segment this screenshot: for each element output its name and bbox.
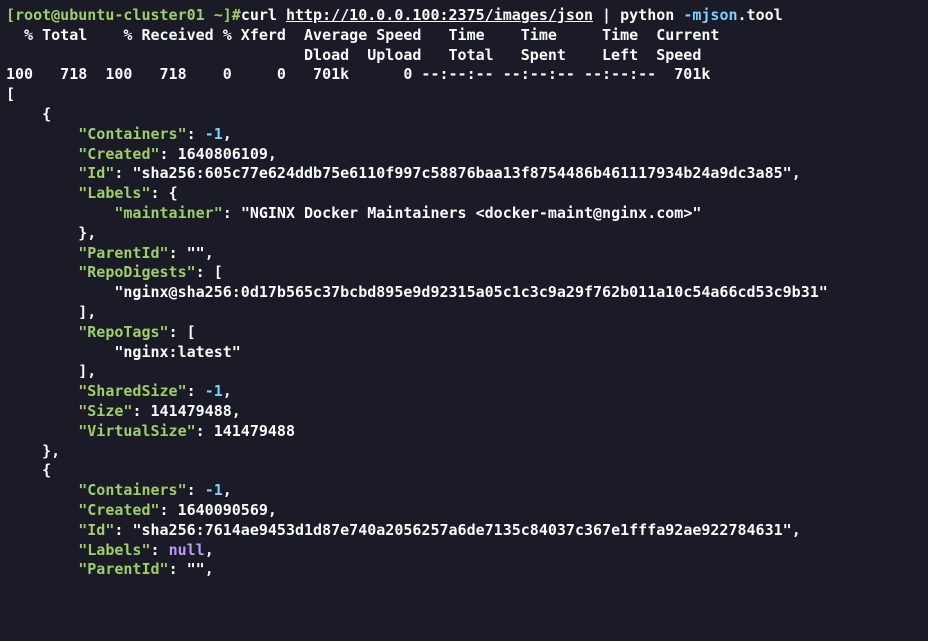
- tag-1: "nginx:latest": [6, 343, 241, 361]
- shell-prompt: [root@ubuntu-cluster01 ~]#: [6, 6, 241, 24]
- curl-header-2: Dload Upload Total Spent Left Speed: [6, 46, 701, 64]
- obj2-open: {: [6, 461, 51, 479]
- labels-close: },: [6, 224, 96, 242]
- kv-created-2: "Created": 1640090569,: [6, 501, 277, 519]
- kv-maintainer: "maintainer": "NGINX Docker Maintainers …: [6, 204, 701, 222]
- kv-id-1: "Id": "sha256:605c77e624ddb75e6110f997c5…: [6, 164, 801, 182]
- kv-size: "Size": 141479488,: [6, 402, 241, 420]
- curl-header-1: % Total % Received % Xferd Average Speed…: [6, 26, 719, 44]
- repodigests-close: ],: [6, 303, 96, 321]
- repotags-close: ],: [6, 362, 96, 380]
- obj1-open: {: [6, 105, 51, 123]
- cmd-url: http://10.0.0.100:2375/images/json: [286, 6, 593, 24]
- kv-parentid-1: "ParentId": "",: [6, 244, 214, 262]
- kv-repodigests: "RepoDigests": [: [6, 263, 223, 281]
- terminal-window[interactable]: [root@ubuntu-cluster01 ~]#curl http://10…: [0, 0, 928, 586]
- json-open: [: [6, 85, 15, 103]
- kv-labels-2: "Labels": null,: [6, 541, 214, 559]
- kv-repotags: "RepoTags": [: [6, 323, 196, 341]
- kv-created-1: "Created": 1640806109,: [6, 145, 277, 163]
- kv-containers-2: "Containers": -1,: [6, 481, 232, 499]
- kv-containers-1: "Containers": -1,: [6, 125, 232, 143]
- cmd-pipe: | python: [593, 6, 683, 24]
- cmd-curl: curl: [241, 6, 286, 24]
- curl-progress: 100 718 100 718 0 0 701k 0 --:--:-- --:-…: [6, 65, 710, 83]
- kv-parentid-2: "ParentId": "",: [6, 560, 214, 578]
- digest-1: "nginx@sha256:0d17b565c37bcbd895e9d92315…: [6, 283, 828, 301]
- cmd-tool: .tool: [738, 6, 783, 24]
- cmd-flag: -mjson: [683, 6, 737, 24]
- kv-labels-1: "Labels": {: [6, 184, 178, 202]
- kv-id-2: "Id": "sha256:7614ae9453d1d87e740a205625…: [6, 521, 801, 539]
- obj1-close: },: [6, 442, 60, 460]
- kv-sharedsize: "SharedSize": -1,: [6, 382, 232, 400]
- kv-virtualsize: "VirtualSize": 141479488: [6, 422, 295, 440]
